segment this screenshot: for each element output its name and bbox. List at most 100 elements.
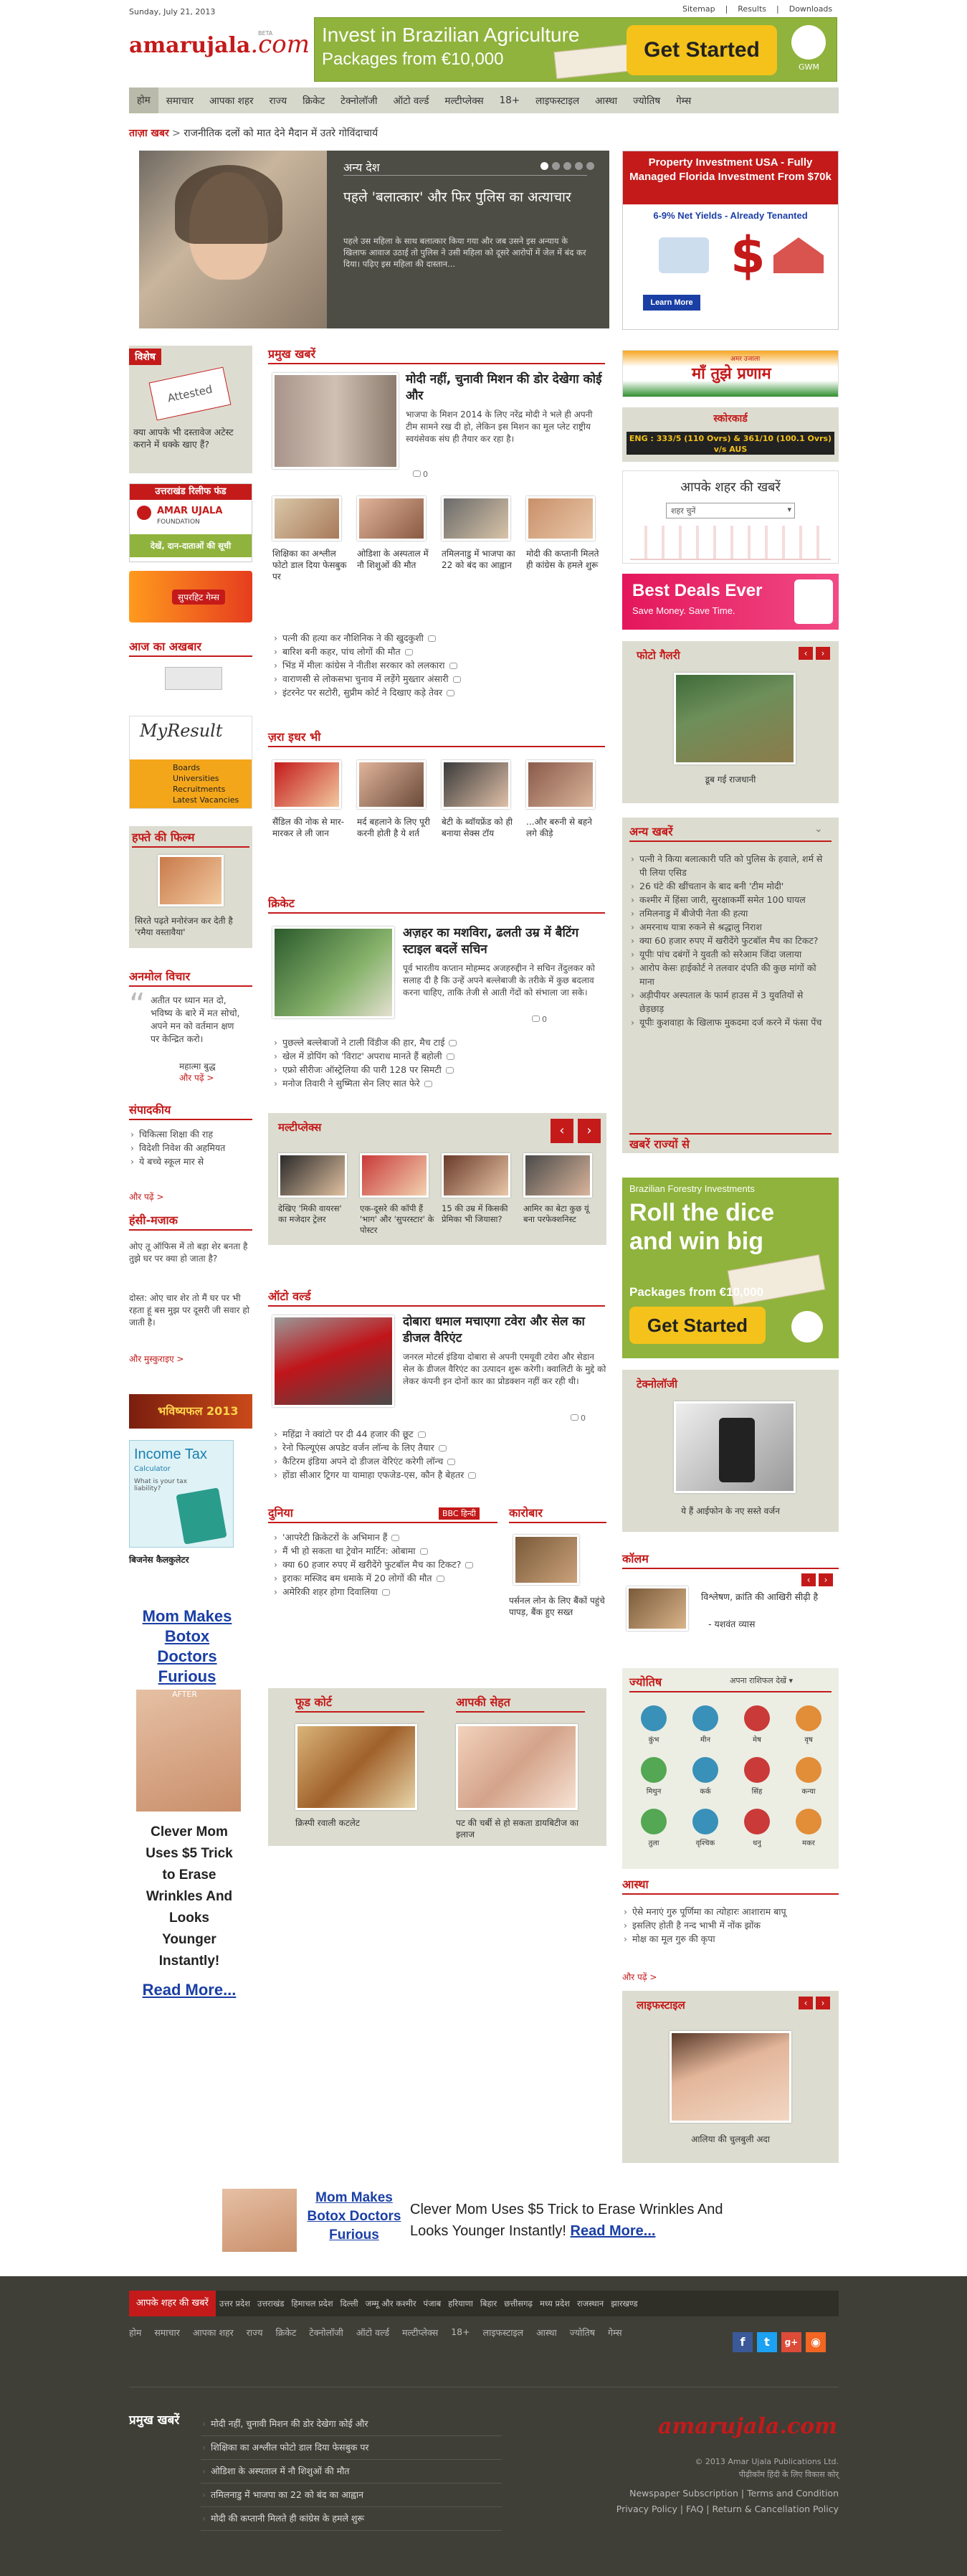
pramukh-lead-title[interactable]: मोदी नहीं, चुनावी मिशन की डोर देखेगा कोई… [406,371,606,404]
zodiac-sign-icon[interactable] [692,1757,718,1783]
multiplex-thumb-image[interactable] [442,1153,510,1198]
sampadkiya-item[interactable]: चिकित्सा शिक्षा की राह [129,1127,252,1141]
photo-caption[interactable]: डूब गई राजधानी [622,773,839,785]
photo-thumbnail[interactable] [674,673,796,764]
hero-title[interactable]: पहले 'बलात्कार' और फिर पुलिस का अत्याचार [343,188,587,207]
income-tax-calculator[interactable]: Income Tax Calculator What is your tax l… [129,1440,234,1548]
maa-tujhe-pranam-banner[interactable]: माँ तुझे प्रणाम अमर उजाला [622,350,839,397]
film-thumbnail[interactable] [158,855,224,906]
zodiac-sign-label[interactable]: मीन [681,1734,730,1744]
myresult-item[interactable]: Recruitments [173,784,252,795]
multiplex-thumb-image[interactable] [278,1153,347,1198]
news-list-item[interactable]: 'आपरेटी क्रिकेटरों के अभिमान हैं [272,1530,502,1544]
pramukh-thumb-caption[interactable]: शिक्षिका का अश्लील फोटो डाल दिया फेसबुक … [272,548,347,582]
news-list-item[interactable]: 26 घंटे की खींचतान के बाद बनी 'टीम मोदी' [629,879,830,893]
photo-next-button[interactable]: › [816,647,830,660]
ad-cta-button[interactable]: Get Started [627,25,777,75]
news-list-item[interactable]: क्या 60 हजार रुपए में खरीदेंगे फुटबॉल मै… [272,1558,502,1571]
site-logo[interactable]: amarujala.com BETA [129,30,310,70]
footer-state-link[interactable]: छत्तीसगढ़ [500,2298,536,2309]
pramukh-thumb-image[interactable] [526,496,595,541]
film-caption[interactable]: सिरते पढ़ते मनोरंजन कर देती है 'रमैया वस… [135,915,249,938]
news-list-item[interactable]: इराकः मस्जिद बम धमाके में 20 लोगों की मौ… [272,1571,502,1585]
zodiac-sign-label[interactable]: तुला [629,1837,678,1847]
sitemap-link[interactable]: Sitemap [682,4,715,14]
footer-state-link[interactable]: जम्मू और कश्मीर [362,2298,420,2309]
news-list-item[interactable]: मोदी की कप्तानी मिलते ही कांग्रेस के हमल… [201,2507,502,2531]
news-list-item[interactable]: भिंड में मीलः कांग्रेस ने नीतीश सरकार को… [272,658,602,672]
footer-state-link[interactable]: हरियाणा [444,2298,477,2309]
myresult-item[interactable]: Universities [173,773,252,784]
hero-slider[interactable]: अन्य देश पहले 'बलात्कार' और फिर पुलिस का… [139,151,609,328]
pramukh-lead-image[interactable] [272,373,399,469]
sehat-caption[interactable]: पट की चर्बी से हो सकता डायबिटीज का इलाज [456,1817,585,1840]
news-list-item[interactable]: आरोप केसः हाईकोर्ट ने तलवार दंपति की कुछ… [629,961,830,988]
news-list-item[interactable]: पत्नी की हत्या कर नौशिनिक ने की खुदकुशी [272,631,602,645]
myresult-item[interactable]: Latest Vacancies [173,795,252,805]
jara-thumb-caption[interactable]: ...और बरुनी से बहने लगे कीड़े [526,816,602,839]
myresult-item[interactable]: Boards [173,762,252,773]
footer-links-2[interactable]: Privacy Policy | FAQ | Return & Cancella… [573,2501,839,2517]
pramukh-thumb-image[interactable] [442,496,510,541]
pramukh-thumb-caption[interactable]: मोदी की कप्तानी मिलते ही कांग्रेस के हमल… [526,548,601,571]
zodiac-sign-icon[interactable] [796,1809,821,1834]
forestry-ad[interactable]: Brazilian Forestry Investments Roll the … [622,1178,839,1358]
columnist-avatar[interactable] [627,1586,688,1631]
footer-nav-link[interactable]: क्रिकेट [276,2326,297,2339]
superhit-games-banner[interactable]: सुपरहिट गेम्स [129,571,252,622]
food-caption[interactable]: क्रिस्पी रवाली कटलेट [295,1817,424,1829]
botox-ad-more-link[interactable]: Read More... [140,1981,238,1999]
nav-item[interactable]: आस्था [587,94,625,107]
photo-prev-button[interactable]: ‹ [799,647,813,660]
nav-item[interactable]: लाइफस्टाइल [528,94,587,107]
news-list-item[interactable]: मनोज तिवारी ने सुष्मिता सेन लिए सात फेरे [272,1076,602,1090]
results-link[interactable]: Results [738,4,766,14]
multiplex-thumb-caption[interactable]: 15 की उम्र में किसकी प्रेमिका भी जियासा? [442,1203,516,1225]
zodiac-sign-label[interactable]: वृष [784,1734,833,1744]
sampadkiya-item[interactable]: विदेशी निवेश की अहमियत [129,1141,252,1155]
footer-state-link[interactable]: उत्तराखंड [254,2298,288,2309]
zodiac-sign-icon[interactable] [641,1757,667,1783]
nav-item[interactable]: क्रिकेट [295,94,333,107]
zodiac-sign-label[interactable]: कन्या [784,1786,833,1796]
footer-nav-link[interactable]: गेम्स [608,2326,622,2339]
nav-item[interactable]: ज्योतिष [625,94,668,107]
news-list-item[interactable]: ओडिशा के अस्पताल में नौ शिशुओं की मौत [201,2460,502,2483]
news-list-item[interactable]: पुछल्ले बल्लेबाजों ने टाली विंडीज की हार… [272,1036,602,1049]
relief-fund-box[interactable]: उत्तराखंड रिलीफ फंड AMAR UJALA FOUNDATIO… [129,483,252,562]
footer-nav-link[interactable]: ऑटो वर्ल्ड [356,2326,389,2339]
bbc-hindi-badge[interactable]: BBC हिन्दी [439,1507,480,1520]
news-list-item[interactable]: अड़ीपीयर अस्पताल के फार्म हाउस में 3 युव… [629,988,830,1015]
top-banner-ad[interactable]: Invest in Brazilian Agriculture Packages… [314,17,837,82]
sampadkiya-more-link[interactable]: और पढ़ें > [129,1190,163,1203]
pramukh-comments[interactable]: 0 [409,466,428,480]
ticker-headline[interactable]: राजनीतिक दलों को मात देने मैदान में उतरे… [184,128,378,139]
news-list-item[interactable]: होंडा सीआर ट्रिगर या यामाहा एफजेड-एस, कौ… [272,1468,602,1482]
best-deals-ad[interactable]: Best Deals Ever Save Money. Save Time. [622,574,839,630]
multiplex-thumb-caption[interactable]: एक-दूसरे की कॉपी हैं 'भाग' और 'सुपरस्टार… [360,1203,434,1236]
column-caption[interactable]: विश्लेषण, क्रांति की आखिरी सीढ़ी है [701,1591,837,1603]
news-list-item[interactable]: तमिलनाडु में बीजेपी नेता की हत्या [629,906,830,920]
zodiac-sign-icon[interactable] [744,1809,770,1834]
news-list-item[interactable]: महिंद्रा ने क्वांटो पर दी 44 हजार की छूट [272,1427,602,1441]
cricket-comments[interactable]: 0 [528,1011,547,1025]
zodiac-sign-label[interactable]: वृश्चिक [681,1837,730,1847]
column-next-button[interactable]: › [819,1573,833,1586]
jara-thumb-caption[interactable]: सैंडिल की नोक से मार-मारकर ले ली जान [272,816,348,839]
chevron-down-icon[interactable]: ⌄ [814,823,823,835]
zodiac-sign-label[interactable]: मेष [733,1734,781,1744]
news-list-item[interactable]: इंटरनेट पर सटोरी, सुप्रीम कोर्ट ने दिखाए… [272,686,602,699]
news-list-item[interactable]: मैं भी हो सकता था ट्रेवोन मार्टिन: ओबामा [272,1544,502,1558]
auto-comments[interactable]: 0 [566,1410,586,1424]
footer-links-1[interactable]: Newspaper Subscription | Terms and Condi… [573,2486,839,2501]
footer-state-link[interactable]: झारखण्ड [607,2298,641,2309]
auto-lead-title[interactable]: दोबारा धमाल मचाएगा टवेरा और सेल का डीजल … [403,1314,606,1347]
footer-state-link[interactable]: हिमाचल प्रदेश [287,2298,336,2309]
lifestyle-thumbnail[interactable] [670,2031,791,2123]
news-list-item[interactable]: तमिलनाडु में भाजपा का 22 को बंद का आह्वा… [201,2483,502,2507]
anmol-more-link[interactable]: और पढ़ें > [179,1071,214,1084]
left-botox-ad[interactable]: Mom Makes Botox Doctors Furious AFTER Cl… [129,1585,252,2015]
multiplex-next-button[interactable]: › [578,1119,601,1143]
lifestyle-next-button[interactable]: › [816,1997,830,2009]
zodiac-sign-label[interactable]: मिथुन [629,1786,678,1796]
